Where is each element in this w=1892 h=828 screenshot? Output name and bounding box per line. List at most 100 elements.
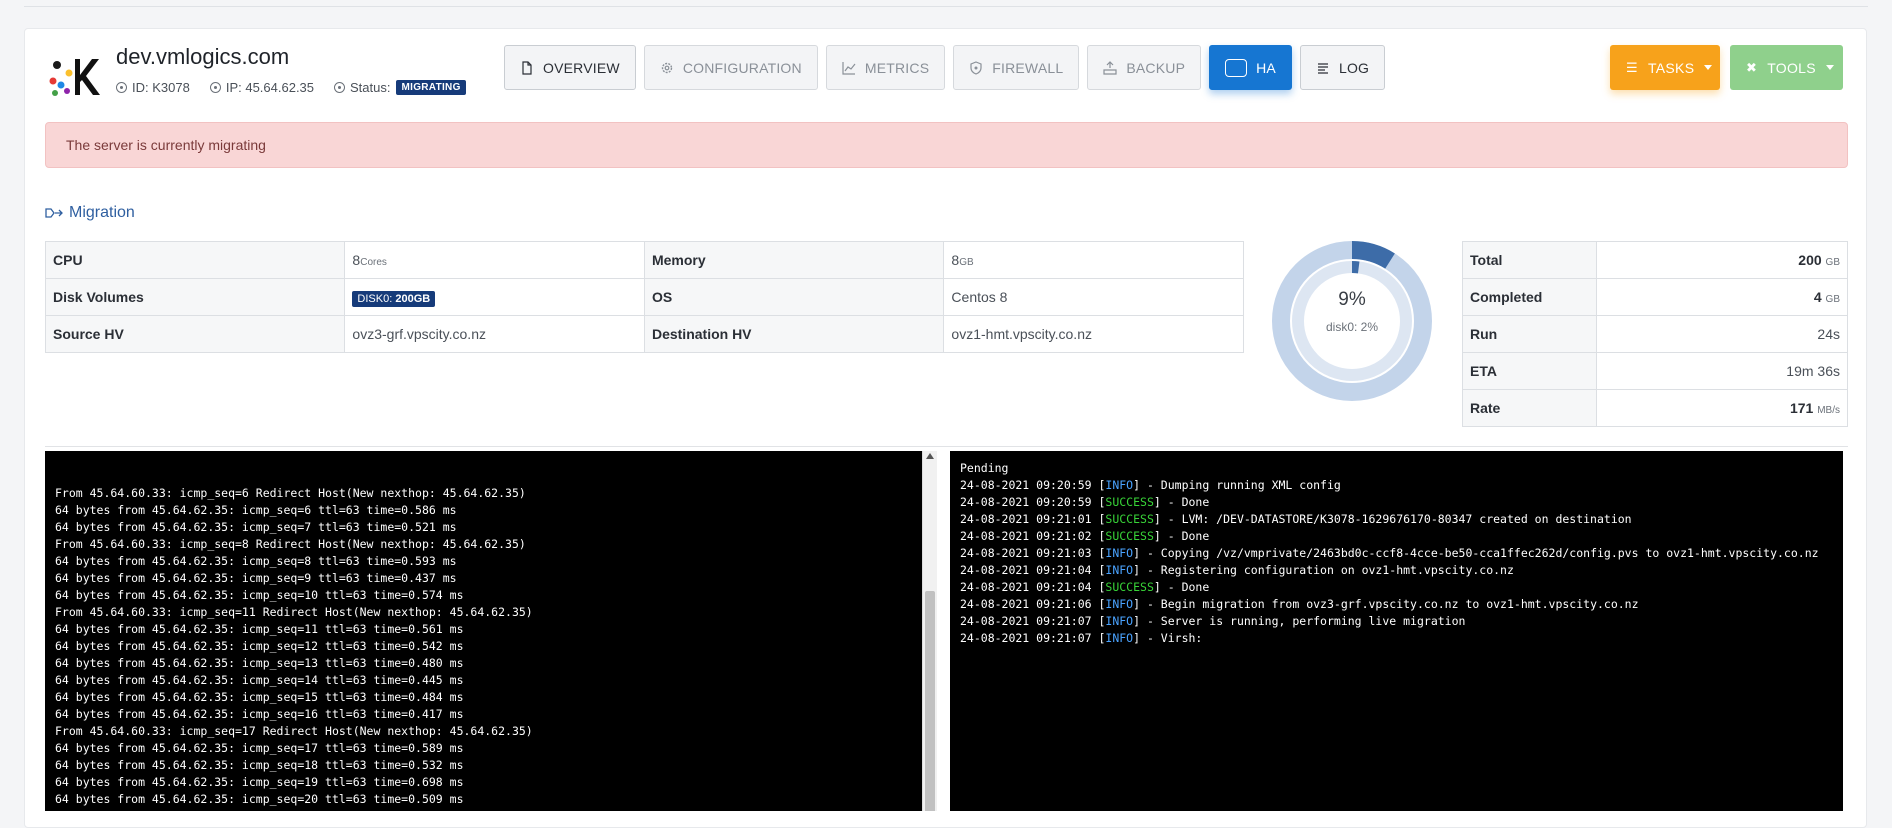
memory-unit: GB [959,257,974,268]
tab-backup[interactable]: BACKUP [1087,45,1202,90]
ping-log-line: 64 bytes from 45.64.62.35: icmp_seq=17 t… [55,741,464,755]
disk-progress: disk0: 2% [1325,320,1379,334]
section-divider [45,446,1848,447]
migration-stats-table: Total 200 GB Completed 4 GB Run 24s ETA … [1462,241,1848,427]
tasks-label: TASKS [1647,59,1695,76]
os-value: Centos 8 [943,278,1244,316]
tab-metrics[interactable]: METRICS [825,45,946,90]
ip-icon [209,82,221,93]
ping-log-line: From 45.64.60.33: icmp_seq=17 Redirect H… [55,724,533,738]
server-status: Status: MIGRATING [334,80,466,95]
server-tabs: OVERVIEW CONFIGURATION METRICS FIREWALL … [504,45,1393,90]
chevron-down-icon [1704,65,1713,70]
server-id: ID: K3078 [116,80,190,95]
tools-button[interactable]: ✖ TOOLS [1730,45,1843,90]
disk-size: 200GB [395,293,431,305]
destination-hv-label: Destination HV [643,315,945,353]
log-timestamp: 24-08-2021 09:21:02 [ [960,529,1106,543]
tab-metrics-label: METRICS [864,59,930,76]
total-value: 200 [1798,252,1822,268]
memory-label: Memory [643,241,945,279]
tasks-list-icon: ☰ [1626,59,1638,75]
run-value: 24s [1596,315,1848,353]
memory-value-cell: 8GB [943,241,1244,279]
rate-cell: 171 MB/s [1596,389,1848,427]
cpu-value-cell: 8Cores [344,241,645,279]
disk-badge: DISK0: 200GB [352,291,436,307]
migration-log-line: 24-08-2021 09:21:04 [SUCCESS] - Done [960,579,1833,596]
source-hv-label: Source HV [44,315,346,353]
tab-ha[interactable]: HA [1209,45,1292,90]
ping-log-terminal[interactable]: From 45.64.60.33: icmp_seq=6 Redirect Ho… [45,451,937,811]
status-icon [334,82,346,93]
migration-log-line: 24-08-2021 09:20:59 [SUCCESS] - Done [960,494,1833,511]
completed-unit: GB [1825,294,1840,305]
log-level: INFO [1105,546,1134,560]
log-level: SUCCESS [1105,495,1154,509]
log-level: INFO [1105,597,1134,611]
log-message: ] - Copying /vz/vmprivate/2463bd0c-ccf8-… [1133,546,1819,560]
log-timestamp: 24-08-2021 09:21:01 [ [960,512,1106,526]
log-level: SUCCESS [1105,529,1154,543]
migration-log-line: 24-08-2021 09:21:03 [INFO] - Copying /vz… [960,545,1833,562]
rate-value: 171 [1789,400,1814,416]
ping-log-line: 64 bytes from 45.64.62.35: icmp_seq=11 t… [55,622,464,636]
chart-icon [842,61,856,75]
table-row: Rate 171 MB/s [1462,389,1848,427]
tab-configuration[interactable]: CONFIGURATION [643,45,818,90]
cpu-unit: Cores [360,257,387,268]
log-message: ] - Done [1153,495,1210,509]
tab-backup-label: BACKUP [1126,59,1186,76]
log-message: ] - Server is running, performing live m… [1133,614,1466,628]
backup-icon [1103,60,1117,75]
scroll-thumb[interactable] [925,591,935,811]
migration-log-terminal[interactable]: Pending 24-08-2021 09:20:59 [INFO] - Dump… [950,451,1843,811]
tab-ha-label: HA [1256,59,1276,76]
log-level: INFO [1105,478,1134,492]
disk-name: DISK0: [357,293,393,305]
tasks-button[interactable]: ☰ TASKS [1610,45,1720,90]
migration-icon [45,208,63,218]
log-level: INFO [1105,631,1134,645]
ping-log-line: 64 bytes from 45.64.62.35: icmp_seq=14 t… [55,673,464,687]
top-divider [24,6,1868,7]
log-message: ] - Dumping running XML config [1133,478,1341,492]
status-label: Status: [350,80,391,95]
table-row: Source HV ovz3-grf.vpscity.co.nz Destina… [44,315,1244,353]
destination-hv-value: ovz1-hmt.vpscity.co.nz [943,315,1244,353]
ping-log-line: 64 bytes from 45.64.62.35: icmp_seq=6 tt… [55,503,457,517]
table-row: Total 200 GB [1462,241,1848,279]
scroll-up-icon[interactable] [926,453,934,459]
chevron-down-icon [1825,65,1834,70]
server-ip: IP: 45.64.62.35 [209,80,314,95]
tab-log[interactable]: LOG [1299,45,1386,90]
ping-log-line: From 45.64.60.33: icmp_seq=11 Redirect H… [55,605,533,619]
ping-log-line: 64 bytes from 45.64.62.35: icmp_seq=18 t… [55,758,464,772]
tab-firewall[interactable]: FIREWALL [953,45,1080,90]
log-message: ] - Done [1153,580,1210,594]
tab-overview[interactable]: OVERVIEW [504,45,636,90]
migration-log-line: 24-08-2021 09:21:04 [INFO] - Registering… [960,562,1833,579]
log-message: ] - Done [1153,529,1210,543]
run-label: Run [1462,315,1597,353]
tab-configuration-label: CONFIGURATION [682,59,802,76]
table-row: Completed 4 GB [1462,278,1848,316]
app-logo [49,59,100,96]
migration-log-line: 24-08-2021 09:21:07 [INFO] - Virsh: [960,630,1833,647]
log-timestamp: 24-08-2021 09:21:04 [ [960,580,1106,594]
log-level: INFO [1105,563,1134,577]
server-meta: ID: K3078 IP: 45.64.62.35 Status: MIGRAT… [116,80,486,95]
ping-log-scrollbar[interactable] [922,451,937,811]
ping-log-line: 64 bytes from 45.64.62.35: icmp_seq=20 t… [55,792,464,806]
log-timestamp: 24-08-2021 09:21:07 [ [960,631,1106,645]
cpu-label: CPU [44,241,346,279]
migration-title: Migration [69,204,135,221]
table-row: Disk Volumes DISK0: 200GB OS Centos 8 [44,278,1244,316]
eta-value: 19m 36s [1596,352,1848,390]
ping-log-line: From 45.64.60.33: icmp_seq=6 Redirect Ho… [55,486,526,500]
ping-log-line: 64 bytes from 45.64.62.35: icmp_seq=15 t… [55,690,464,704]
log-timestamp: 24-08-2021 09:20:59 [ [960,478,1106,492]
ping-log-line: 64 bytes from 45.64.62.35: icmp_seq=21 t… [55,808,927,811]
rate-label: Rate [1462,389,1597,427]
ping-log-line: 64 bytes from 45.64.62.35: icmp_seq=13 t… [55,656,464,670]
